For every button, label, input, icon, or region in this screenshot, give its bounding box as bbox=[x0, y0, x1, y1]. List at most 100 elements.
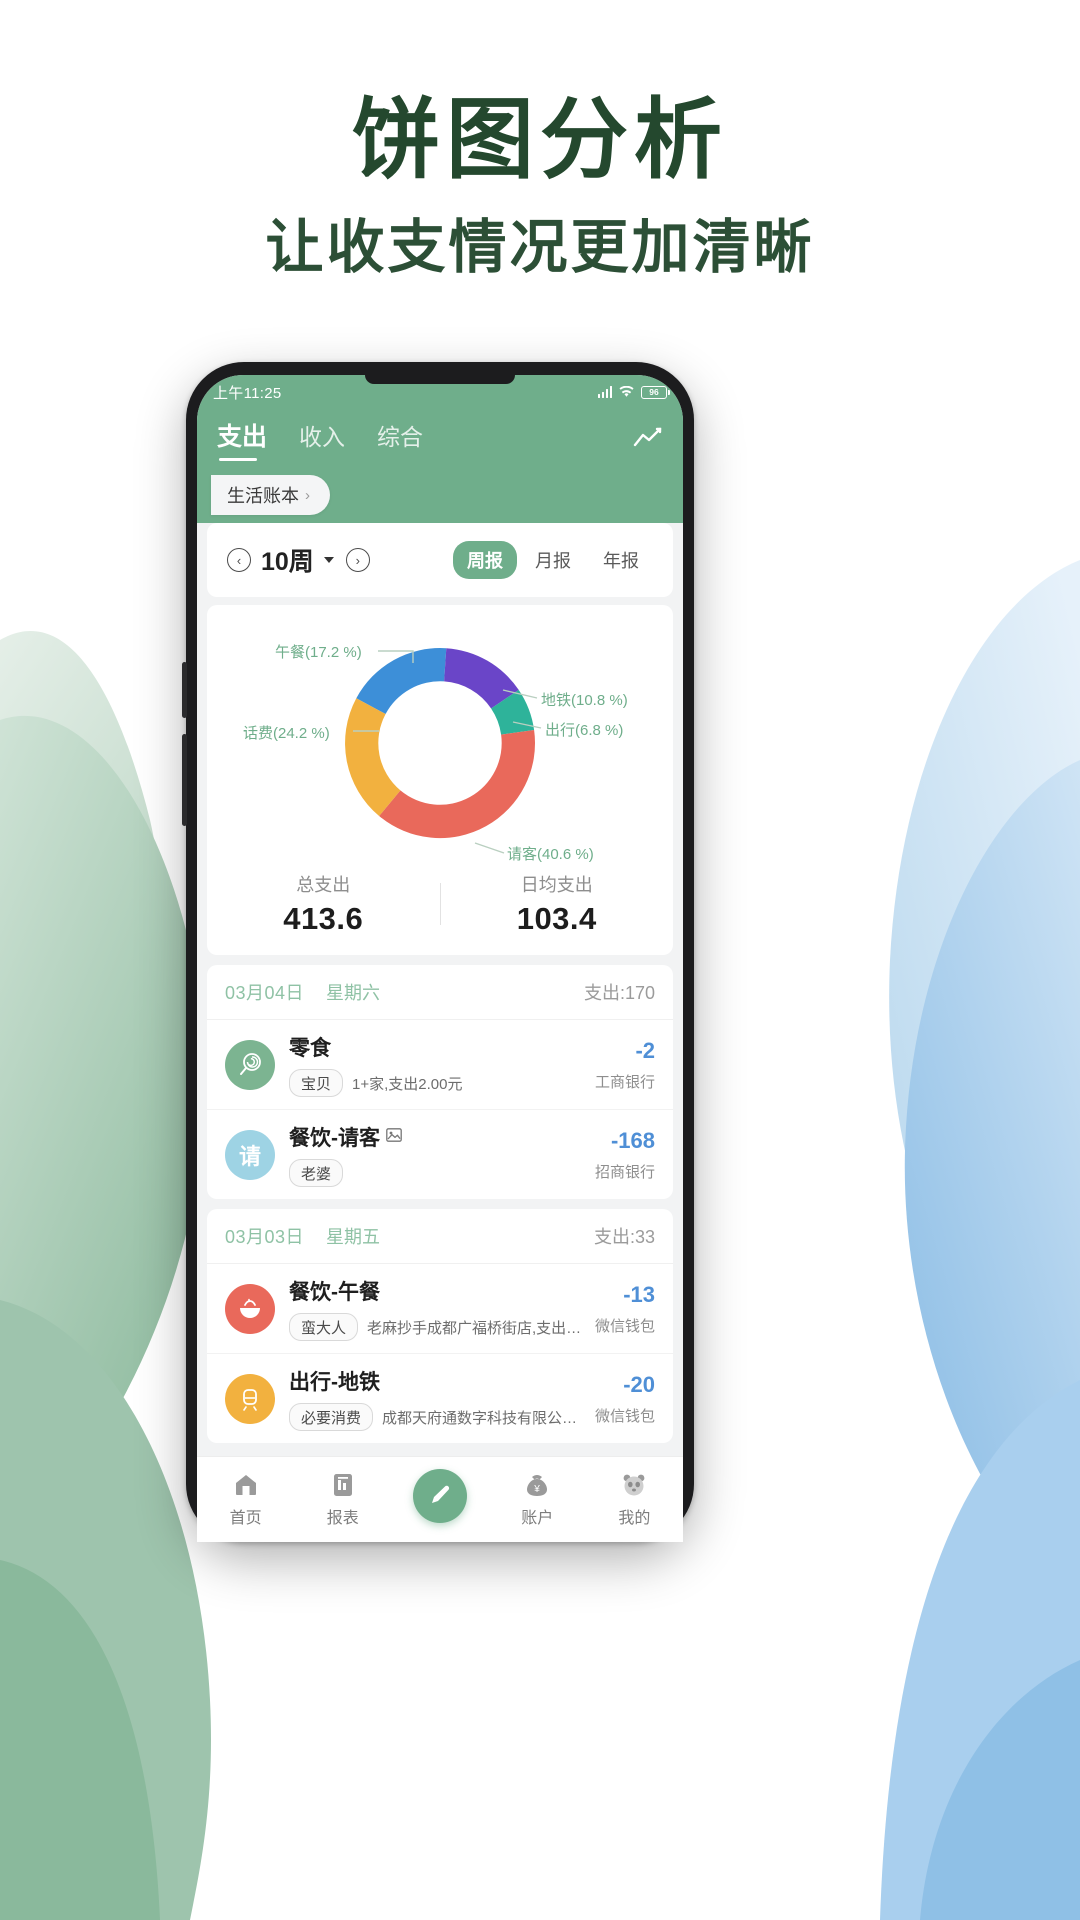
page-subtitle: 让收支情况更加清晰 bbox=[265, 214, 815, 280]
segment-yearly[interactable]: 年报 bbox=[589, 541, 653, 579]
nav-item-home[interactable]: 首页 bbox=[197, 1471, 294, 1528]
chevron-right-icon: › bbox=[305, 486, 310, 504]
period-selector-row: ‹ 10周 › 周报 月报 年报 bbox=[207, 523, 673, 597]
group-summary: 支出:33 bbox=[593, 1227, 655, 1247]
total-expense-value: 413.6 bbox=[283, 901, 364, 936]
nav-item-add[interactable] bbox=[391, 1469, 488, 1530]
group-weekday: 星期五 bbox=[326, 1227, 381, 1247]
status-badge: 蛮大人 bbox=[289, 1313, 359, 1341]
donut-chart[interactable]: 午餐(17.2 %) 地铁(10.8 %) 出行(6.8 %) 请客(40.6 … bbox=[207, 615, 673, 865]
bottom-navigation: 首页 报表 ¥ 账户 我的 bbox=[197, 1456, 683, 1542]
report-range-segments: 周报 月报 年报 bbox=[453, 541, 653, 579]
total-expense-label: 总支出 bbox=[296, 875, 351, 895]
pie-label-treat: 请客(40.6 %) bbox=[507, 846, 594, 863]
transaction-note: 1+家,支出2.00元 bbox=[352, 1075, 463, 1093]
segment-monthly[interactable]: 月报 bbox=[521, 541, 585, 579]
battery-icon: 96 bbox=[641, 385, 670, 399]
transaction-note: 老麻抄手成都广福桥街店,支出… bbox=[367, 1319, 582, 1337]
table-row[interactable]: 出行-地铁 必要消费 成都天府通数字科技有限公… -20 微信钱包 bbox=[207, 1354, 673, 1443]
bowl-icon bbox=[225, 1283, 275, 1334]
caret-down-icon[interactable] bbox=[323, 557, 334, 563]
transaction-subline: 必要消费 成都天府通数字科技有限公… bbox=[289, 1403, 585, 1431]
promo-banner: 饼图分析 让收支情况更加清晰 bbox=[0, 0, 1080, 281]
nav-label-home: 首页 bbox=[229, 1510, 262, 1527]
status-badge: 老婆 bbox=[289, 1159, 344, 1187]
tab-expense[interactable]: 支出 bbox=[217, 417, 267, 461]
group-weekday: 星期六 bbox=[326, 983, 381, 1003]
transaction-info: 餐饮-请客 老婆 bbox=[289, 1122, 585, 1187]
pie-chart-card: 午餐(17.2 %) 地铁(10.8 %) 出行(6.8 %) 请客(40.6 … bbox=[207, 605, 673, 955]
transaction-title: 零食 bbox=[289, 1037, 331, 1060]
pie-label-phone: 话费(24.2 %) bbox=[243, 725, 330, 742]
ledger-selector[interactable]: 生活账本 › bbox=[211, 475, 330, 515]
phone-mockup: 上午11:25 96 支出 收入 综合 生活账本 › ‹ 10周 › 周报 月报… bbox=[182, 362, 694, 1542]
transaction-info: 出行-地铁 必要消费 成都天府通数字科技有限公… bbox=[289, 1366, 585, 1431]
transaction-amount-block: -168 招商银行 bbox=[595, 1128, 655, 1182]
transaction-account: 工商银行 bbox=[594, 1073, 655, 1091]
transaction-title-text: 餐饮-请客 bbox=[289, 1127, 380, 1150]
status-badge: 宝贝 bbox=[289, 1069, 344, 1097]
daily-average-label: 日均支出 bbox=[520, 875, 593, 895]
line-chart-icon[interactable] bbox=[633, 426, 663, 452]
status-badge: 必要消费 bbox=[289, 1403, 374, 1431]
nav-item-account[interactable]: ¥ 账户 bbox=[489, 1471, 586, 1528]
transaction-account: 招商银行 bbox=[594, 1163, 655, 1181]
group-summary: 支出:170 bbox=[583, 983, 655, 1003]
lollipop-icon bbox=[225, 1039, 275, 1090]
scroll-content[interactable]: ‹ 10周 › 周报 月报 年报 午餐(17.2 %) 地铁(10.8 %) 出… bbox=[197, 523, 683, 1533]
table-row[interactable]: 餐饮-午餐 蛮大人 老麻抄手成都广福桥街店,支出… -13 微信钱包 bbox=[207, 1264, 673, 1354]
transaction-amount: -2 bbox=[635, 1037, 655, 1063]
transaction-amount-block: -2 工商银行 bbox=[595, 1038, 655, 1092]
avatar: 请 bbox=[225, 1129, 275, 1180]
nav-item-mine[interactable]: 我的 bbox=[586, 1471, 683, 1528]
group-header: 03月04日 星期六 支出:170 bbox=[207, 965, 673, 1020]
svg-text:¥: ¥ bbox=[533, 1484, 540, 1495]
nav-item-report[interactable]: 报表 bbox=[294, 1471, 391, 1528]
nav-label-report: 报表 bbox=[326, 1510, 359, 1527]
tab-overview[interactable]: 综合 bbox=[377, 418, 423, 460]
phone-notch bbox=[365, 375, 515, 384]
transaction-group: 03月04日 星期六 支出:170 零食 宝贝 1+家,支出2.00元 -2 工… bbox=[207, 965, 673, 1199]
ledger-label: 生活账本 bbox=[227, 486, 299, 506]
pie-label-subway: 地铁(10.8 %) bbox=[541, 692, 628, 709]
image-icon bbox=[386, 1128, 402, 1146]
transaction-amount: -168 bbox=[610, 1127, 655, 1153]
table-row[interactable]: 零食 宝贝 1+家,支出2.00元 -2 工商银行 bbox=[207, 1020, 673, 1110]
group-header: 03月03日 星期五 支出:33 bbox=[207, 1209, 673, 1264]
prev-period-button[interactable]: ‹ bbox=[227, 548, 251, 572]
home-icon bbox=[232, 1471, 260, 1499]
transaction-title: 餐饮-请客 bbox=[289, 1122, 585, 1152]
edit-pencil-icon[interactable] bbox=[413, 1469, 467, 1523]
next-period-button[interactable]: › bbox=[345, 548, 370, 572]
battery-level: 96 bbox=[649, 387, 659, 397]
transaction-title: 出行-地铁 bbox=[289, 1371, 380, 1394]
transaction-subline: 宝贝 1+家,支出2.00元 bbox=[289, 1069, 585, 1097]
ledger-band: 生活账本 › bbox=[197, 475, 683, 523]
table-row[interactable]: 请 餐饮-请客 老婆 -168 招商银行 bbox=[207, 1110, 673, 1199]
nav-label-mine: 我的 bbox=[618, 1510, 651, 1527]
nav-label-account: 账户 bbox=[521, 1510, 554, 1527]
segment-weekly[interactable]: 周报 bbox=[453, 541, 517, 579]
transaction-info: 零食 宝贝 1+家,支出2.00元 bbox=[289, 1032, 585, 1097]
group-date: 03月04日 bbox=[225, 983, 305, 1003]
transaction-amount-block: -13 微信钱包 bbox=[595, 1282, 655, 1336]
transaction-subline: 老婆 bbox=[289, 1159, 585, 1187]
tab-income[interactable]: 收入 bbox=[299, 418, 345, 460]
pie-label-lunch: 午餐(17.2 %) bbox=[275, 644, 362, 661]
report-icon bbox=[329, 1471, 357, 1499]
transaction-account: 微信钱包 bbox=[594, 1407, 655, 1425]
panda-icon bbox=[620, 1471, 648, 1499]
transaction-info: 餐饮-午餐 蛮大人 老麻抄手成都广福桥街店,支出… bbox=[289, 1276, 585, 1341]
transaction-amount: -20 bbox=[623, 1371, 655, 1397]
status-icons: 96 bbox=[597, 385, 670, 399]
transaction-amount: -13 bbox=[623, 1281, 655, 1307]
transaction-title: 餐饮-午餐 bbox=[289, 1281, 380, 1304]
daily-average-expense: 日均支出 103.4 bbox=[441, 871, 674, 937]
period-label[interactable]: 10周 bbox=[261, 542, 314, 578]
wifi-icon bbox=[619, 386, 634, 398]
totals-row: 总支出 413.6 日均支出 103.4 bbox=[207, 865, 673, 937]
transaction-note: 成都天府通数字科技有限公… bbox=[382, 1409, 578, 1427]
signal-icon bbox=[597, 386, 612, 398]
page-title: 饼图分析 bbox=[351, 90, 728, 189]
top-tab-bar: 支出 收入 综合 bbox=[197, 409, 683, 475]
